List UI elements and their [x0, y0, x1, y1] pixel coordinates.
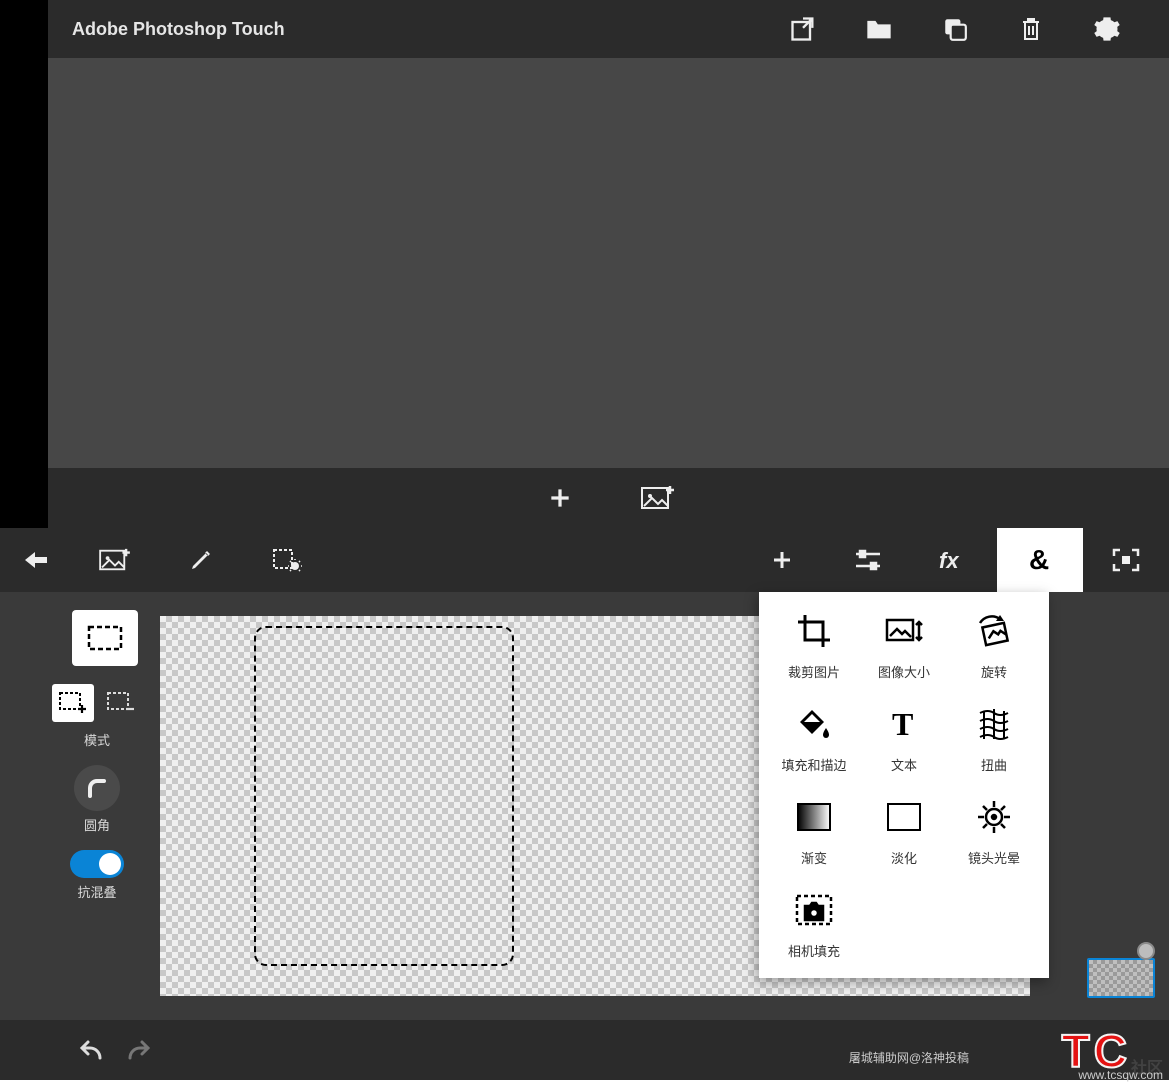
image-plus-icon — [640, 484, 676, 512]
popup-label: 淡化 — [891, 848, 917, 867]
back-arrow-icon — [23, 550, 49, 570]
popup-image-size[interactable]: 图像大小 — [859, 610, 949, 681]
antialias-label: 抗混叠 — [77, 882, 116, 901]
gradient-icon — [796, 802, 832, 832]
antialias-toggle[interactable] — [70, 850, 124, 878]
pencil-icon — [189, 548, 213, 572]
share-icon — [789, 15, 817, 43]
layer-thumbnail[interactable] — [1087, 958, 1155, 998]
popup-label: 镜头光晕 — [968, 848, 1020, 867]
folder-button[interactable] — [841, 0, 917, 58]
corner-label: 圆角 — [84, 815, 110, 834]
selection-add-icon — [58, 691, 88, 715]
undo-button[interactable] — [78, 1038, 106, 1062]
selection-gear-icon — [272, 548, 302, 572]
home-bottombar — [48, 468, 1169, 528]
popup-lens-flare[interactable]: 镜头光晕 — [949, 796, 1039, 867]
toggle-knob — [99, 853, 121, 875]
image-plus-icon — [98, 547, 132, 573]
editor-screen: fx & 模式 — [0, 528, 1169, 1080]
transform-menu-button[interactable]: & — [997, 528, 1083, 592]
share-button[interactable] — [765, 0, 841, 58]
popup-fade[interactable]: 淡化 — [859, 796, 949, 867]
gear-icon — [1093, 15, 1121, 43]
plus-icon — [770, 548, 794, 572]
trash-icon — [1019, 15, 1043, 43]
layers-panel[interactable] — [1053, 908, 1163, 1018]
selection-options-button[interactable] — [244, 528, 330, 592]
warp-icon — [976, 707, 1012, 741]
popup-label: 填充和描边 — [781, 755, 846, 774]
popup-label: 裁剪图片 — [788, 662, 840, 681]
popup-label: 扭曲 — [981, 755, 1007, 774]
popup-camera-fill[interactable]: 相机填充 — [769, 889, 859, 960]
svg-text:T: T — [892, 707, 913, 741]
editor-topbar: fx & — [0, 528, 1169, 592]
selection-mode-add-button[interactable] — [52, 684, 94, 722]
popup-text[interactable]: T 文本 — [859, 703, 949, 774]
tool-sidebar: 模式 圆角 抗混叠 — [0, 592, 150, 1080]
image-size-icon — [884, 614, 924, 648]
copy-button[interactable] — [917, 0, 993, 58]
paint-bucket-icon — [796, 706, 832, 742]
redo-icon — [124, 1038, 152, 1062]
home-topbar: Adobe Photoshop Touch — [48, 0, 1169, 58]
selection-subtract-icon — [106, 691, 136, 715]
selection-mode-subtract-button[interactable] — [100, 684, 142, 722]
add-image-button[interactable] — [72, 528, 158, 592]
back-button[interactable] — [0, 528, 72, 592]
popup-rotate[interactable]: 旋转 — [949, 610, 1039, 681]
transform-popup: 裁剪图片 图像大小 旋转 填充和描边 T 文本 扭曲 渐变 淡化 — [759, 592, 1049, 978]
editor-bottombar — [0, 1020, 1169, 1080]
settings-button[interactable] — [1069, 0, 1145, 58]
system-strip — [0, 0, 48, 528]
redo-button[interactable] — [124, 1038, 152, 1062]
svg-text:fx: fx — [939, 548, 959, 572]
watermark-credit: 屠城辅助网@洛神投稿 — [849, 1049, 969, 1066]
mode-label: 模式 — [84, 730, 110, 749]
new-from-image-button[interactable] — [633, 473, 683, 523]
marquee-icon — [86, 624, 124, 652]
crop-icon — [796, 613, 832, 649]
text-icon: T — [887, 707, 921, 741]
fx-icon: fx — [939, 548, 969, 572]
app-title: Adobe Photoshop Touch — [72, 19, 285, 40]
rotate-icon — [974, 613, 1014, 649]
folder-icon — [865, 17, 893, 41]
svg-text:&: & — [1029, 545, 1049, 575]
home-screen: Adobe Photoshop Touch — [0, 0, 1169, 528]
new-project-button[interactable] — [535, 473, 585, 523]
copy-icon — [942, 16, 968, 42]
plus-icon — [547, 485, 573, 511]
popup-gradient[interactable]: 渐变 — [769, 796, 859, 867]
corner-icon — [85, 776, 109, 800]
selection-sub-panel: 模式 圆角 抗混叠 — [48, 684, 146, 917]
popup-fill-stroke[interactable]: 填充和描边 — [769, 703, 859, 774]
fx-button[interactable]: fx — [911, 528, 997, 592]
popup-label: 图像大小 — [878, 662, 930, 681]
popup-label: 旋转 — [981, 662, 1007, 681]
camera-fill-icon — [794, 893, 834, 927]
popup-label: 相机填充 — [788, 941, 840, 960]
ampersand-icon: & — [1027, 545, 1053, 575]
marquee-tool-button[interactable] — [72, 610, 138, 666]
fade-icon — [886, 802, 922, 832]
sliders-icon — [854, 549, 882, 571]
popup-label: 渐变 — [801, 848, 827, 867]
corner-radius-button[interactable] — [74, 765, 120, 811]
popup-label: 文本 — [891, 755, 917, 774]
lens-flare-icon — [976, 799, 1012, 835]
brush-button[interactable] — [158, 528, 244, 592]
undo-icon — [78, 1038, 106, 1062]
selection-rectangle[interactable] — [254, 626, 514, 966]
delete-button[interactable] — [993, 0, 1069, 58]
popup-crop[interactable]: 裁剪图片 — [769, 610, 859, 681]
layer-visibility-icon[interactable] — [1137, 942, 1155, 960]
add-button[interactable] — [739, 528, 825, 592]
popup-warp[interactable]: 扭曲 — [949, 703, 1039, 774]
adjust-button[interactable] — [825, 528, 911, 592]
fullscreen-button[interactable] — [1083, 528, 1169, 592]
fullscreen-icon — [1112, 548, 1140, 572]
